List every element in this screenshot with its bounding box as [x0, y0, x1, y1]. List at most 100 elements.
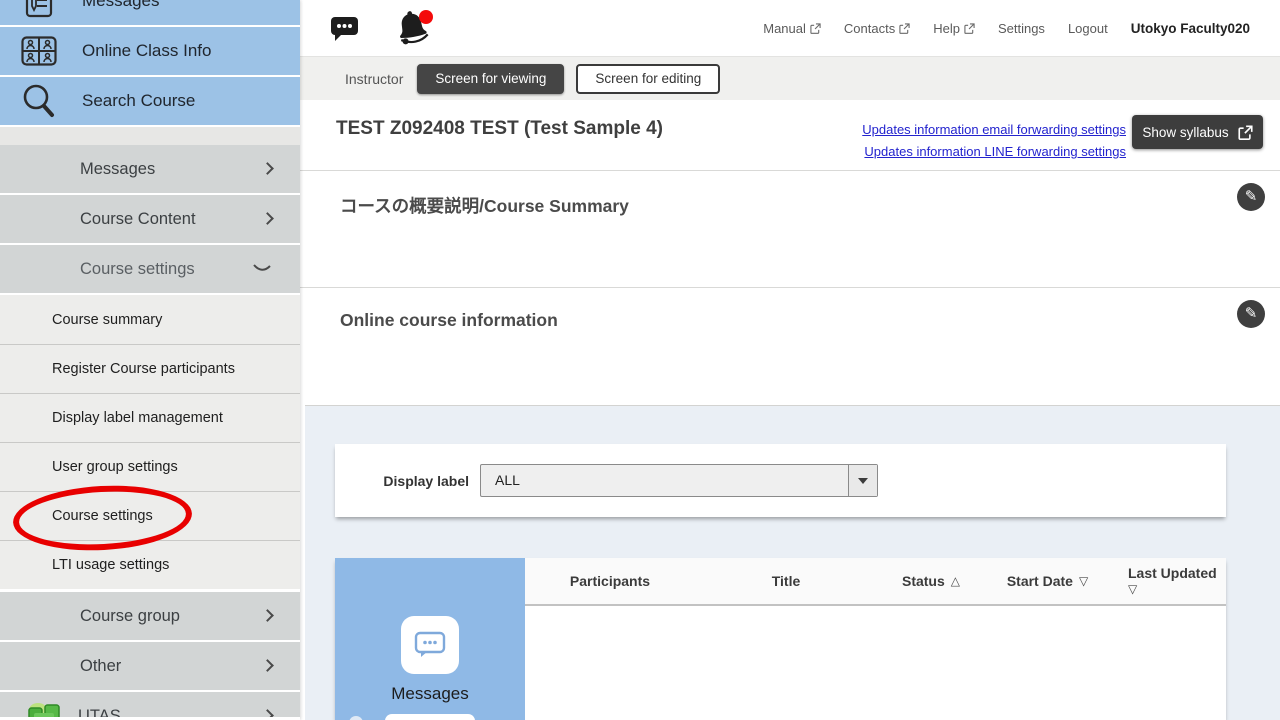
col-title: Title	[695, 558, 877, 604]
manual-link[interactable]: Manual	[763, 21, 821, 36]
col-status-label: Status	[902, 573, 945, 589]
sidebar-section-label: Course Content	[80, 210, 196, 229]
sidebar-item-label: Messages	[82, 0, 159, 11]
help-link[interactable]: Help	[933, 21, 975, 36]
chevron-right-icon	[263, 607, 272, 625]
notifications-bell-icon[interactable]	[392, 4, 436, 54]
pencil-icon: ✎	[1245, 188, 1258, 205]
select-dropdown-button[interactable]	[848, 465, 877, 496]
sidebar-section-messages[interactable]: Messages	[0, 145, 300, 193]
username: Utokyo Faculty020	[1131, 21, 1250, 36]
main-area: Manual Contacts Help Settings Logout U	[300, 0, 1280, 720]
external-link-icon	[1238, 125, 1253, 140]
course-header: TEST Z092408 TEST (Test Sample 4) Update…	[300, 100, 1280, 170]
sidebar-item-search-course[interactable]: Search Course	[0, 77, 300, 125]
role-label: Instructor	[345, 71, 403, 87]
messages-category-card[interactable]: Messages	[335, 558, 525, 720]
logout-link[interactable]: Logout	[1068, 21, 1108, 36]
tab-screen-for-editing[interactable]: Screen for editing	[576, 64, 720, 94]
sidebar-item-course-settings[interactable]: Course settings	[0, 491, 300, 540]
peek-button	[385, 714, 475, 720]
sidebar: Messages Online Class Info	[0, 0, 300, 720]
col-last-updated-sortable[interactable]: Last Updated ▽	[1110, 558, 1226, 604]
sidebar-section-course-settings[interactable]: Course settings	[0, 245, 300, 293]
forwarding-links: Updates information email forwarding set…	[862, 119, 1126, 163]
content-gray-area: Display label ALL	[305, 405, 1280, 720]
col-status-sortable[interactable]: Status △	[877, 558, 985, 604]
col-start-date-sortable[interactable]: Start Date ▽	[985, 558, 1110, 604]
contacts-link-label: Contacts	[844, 21, 895, 36]
chat-bubble-icon	[412, 629, 448, 661]
edit-online-course-info-button[interactable]: ✎	[1237, 300, 1265, 328]
sidebar-section-course-group[interactable]: Course group	[0, 592, 300, 640]
messages-tile	[401, 616, 459, 674]
sidebar-section-label: Other	[80, 657, 121, 676]
messages-card-label: Messages	[335, 684, 525, 704]
messages-table: Participants Title Status △ Start Date ▽…	[525, 558, 1226, 720]
chevron-right-icon	[263, 210, 272, 228]
dropdown-arrow-icon	[858, 478, 868, 484]
chevron-right-icon	[263, 707, 272, 717]
online-course-info-section: Online course information ✎	[300, 287, 1280, 405]
top-bar: Manual Contacts Help Settings Logout U	[300, 0, 1280, 57]
sidebar-section-label: Messages	[80, 160, 155, 179]
sidebar-item-display-label-management[interactable]: Display label management	[0, 393, 300, 442]
top-nav: Manual Contacts Help Settings Logout U	[763, 0, 1250, 57]
col-participants: Participants	[525, 558, 695, 604]
sidebar-item-course-summary[interactable]: Course summary	[0, 295, 300, 344]
class-grid-icon	[21, 36, 57, 66]
sidebar-item-lti-usage-settings[interactable]: LTI usage settings	[0, 540, 300, 589]
contacts-link[interactable]: Contacts	[844, 21, 910, 36]
course-settings-submenu: Course summary Register Course participa…	[0, 295, 300, 589]
settings-link-label: Settings	[998, 21, 1045, 36]
display-label-filter-panel: Display label ALL	[335, 444, 1226, 517]
pencil-icon: ✎	[1245, 305, 1258, 322]
line-forwarding-link[interactable]: Updates information LINE forwarding sett…	[862, 141, 1126, 163]
course-summary-section: コースの概要説明/Course Summary ✎	[300, 170, 1280, 287]
external-link-icon	[899, 23, 910, 34]
sidebar-section-other[interactable]: Other	[0, 642, 300, 690]
display-label-label: Display label	[335, 473, 469, 489]
tab-screen-for-viewing[interactable]: Screen for viewing	[417, 64, 564, 94]
utas-logo-icon	[26, 702, 62, 717]
show-syllabus-button[interactable]: Show syllabus	[1132, 115, 1263, 149]
sort-asc-icon[interactable]: △	[951, 574, 960, 588]
peek-circle	[349, 716, 363, 720]
table-body-empty	[525, 606, 1226, 720]
sidebar-section-course-content[interactable]: Course Content	[0, 195, 300, 243]
table-header-row: Participants Title Status △ Start Date ▽…	[525, 558, 1226, 606]
online-course-info-heading: Online course information	[340, 310, 558, 331]
manual-link-label: Manual	[763, 21, 806, 36]
sidebar-spacer	[0, 127, 300, 145]
show-syllabus-label: Show syllabus	[1142, 125, 1228, 140]
chevron-right-icon	[263, 160, 272, 178]
email-forwarding-link[interactable]: Updates information email forwarding set…	[862, 119, 1126, 141]
sidebar-item-user-group-settings[interactable]: User group settings	[0, 442, 300, 491]
sort-desc-icon[interactable]: ▽	[1128, 581, 1137, 597]
chevron-right-icon	[263, 657, 272, 675]
edit-course-summary-button[interactable]: ✎	[1237, 183, 1265, 211]
note-pen-icon	[21, 0, 57, 18]
logout-link-label: Logout	[1068, 21, 1108, 36]
settings-link[interactable]: Settings	[998, 21, 1045, 36]
sidebar-section-label: Course settings	[80, 260, 195, 279]
sidebar-section-label: Course group	[80, 607, 180, 626]
messages-list-panel: Messages Participants Title Status △ Sta…	[335, 558, 1226, 720]
col-last-updated-label: Last Updated	[1128, 565, 1217, 581]
sidebar-item-label: Search Course	[82, 91, 195, 111]
sidebar-item-label: Online Class Info	[82, 41, 211, 61]
col-start-date-label: Start Date	[1007, 573, 1073, 589]
external-link-icon	[964, 23, 975, 34]
external-link-icon	[810, 23, 821, 34]
notification-dot	[419, 10, 433, 24]
sidebar-item-online-class-info[interactable]: Online Class Info	[0, 27, 300, 75]
app-root: Manual Contacts Help Settings Logout U	[0, 0, 1280, 720]
display-label-select[interactable]: ALL	[480, 464, 878, 497]
sidebar-section-utas[interactable]: UTAS	[0, 692, 300, 717]
sidebar-item-messages-top[interactable]: Messages	[0, 0, 300, 25]
messages-bubble-icon[interactable]	[330, 14, 360, 47]
sort-desc-icon[interactable]: ▽	[1079, 574, 1088, 588]
chevron-down-icon	[252, 260, 272, 278]
display-label-value: ALL	[495, 472, 520, 488]
sidebar-item-register-course-participants[interactable]: Register Course participants	[0, 344, 300, 393]
